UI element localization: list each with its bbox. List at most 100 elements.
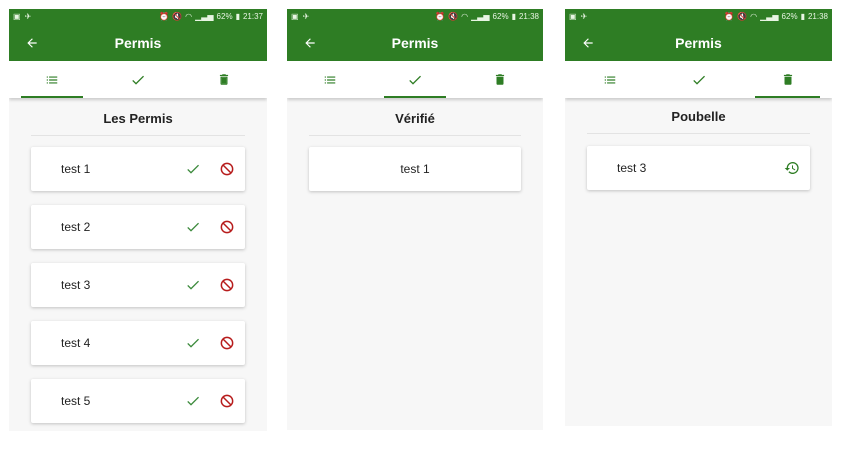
mute-icon: 🔇	[737, 11, 748, 21]
clock: 21:38	[807, 12, 828, 21]
tab-trash[interactable]	[181, 61, 267, 98]
permit-label: test 1	[400, 162, 430, 176]
check-icon	[187, 396, 199, 406]
clock: 21:37	[242, 12, 263, 21]
page-title: Permis	[391, 34, 439, 51]
permit-label: test 3	[61, 278, 91, 292]
verify-button[interactable]	[183, 391, 203, 411]
check-icon	[409, 75, 421, 85]
tab-verified[interactable]	[95, 61, 181, 98]
status-bar: ▣ ✈ ⏰ 🔇 ◠ ▁▃▅ 62% ▮ 21:38	[565, 9, 832, 24]
alarm-icon: ⏰	[435, 11, 446, 21]
permit-label: test 2	[61, 220, 91, 234]
airplane-notification-icon: ✈	[24, 11, 32, 21]
section-title: Poubelle	[587, 105, 810, 134]
signal-icon: ▁▃▅	[471, 11, 490, 21]
verify-button[interactable]	[183, 275, 203, 295]
trash-icon	[783, 74, 792, 85]
ban-icon	[220, 278, 234, 292]
alarm-icon: ⏰	[724, 11, 735, 21]
ban-icon	[220, 220, 234, 234]
app-bar: Permis	[565, 24, 832, 61]
tab-trash[interactable]	[743, 61, 832, 98]
tab-all[interactable]	[565, 61, 654, 98]
tab-bar	[287, 61, 543, 98]
list-icon	[324, 76, 335, 83]
permit-card: test 5	[31, 379, 245, 423]
page-title: Permis	[675, 34, 722, 51]
tab-verified[interactable]	[372, 61, 457, 98]
status-bar: ▣ ✈ ⏰ 🔇 ◠ ▁▃▅ 62% ▮ 21:38	[287, 9, 543, 24]
permit-card: test 3	[31, 263, 245, 307]
trash-icon	[219, 74, 229, 85]
back-button[interactable]	[577, 24, 599, 61]
permit-label: test 4	[61, 336, 91, 350]
check-icon	[187, 222, 199, 232]
check-icon	[187, 338, 199, 348]
battery-icon: ▮	[511, 11, 516, 21]
permit-card: test 2	[31, 205, 245, 249]
mute-icon: 🔇	[172, 11, 183, 21]
reject-button[interactable]	[217, 275, 237, 295]
reject-button[interactable]	[217, 333, 237, 353]
permit-card: test 1	[31, 147, 245, 191]
verify-button[interactable]	[183, 333, 203, 353]
back-button[interactable]	[21, 24, 43, 61]
battery-percent: 62%	[781, 12, 798, 21]
back-arrow-icon	[583, 37, 593, 48]
mute-icon: 🔇	[448, 11, 459, 21]
permit-label: test 1	[61, 162, 91, 176]
gallery-notification-icon: ▣	[569, 11, 577, 21]
wifi-icon: ◠	[750, 11, 758, 21]
back-arrow-icon	[305, 37, 315, 48]
reject-button[interactable]	[217, 159, 237, 179]
tab-verified[interactable]	[654, 61, 743, 98]
ban-icon	[220, 336, 234, 350]
check-icon	[692, 75, 705, 85]
back-button[interactable]	[299, 24, 321, 61]
battery-percent: 62%	[216, 12, 233, 21]
signal-icon: ▁▃▅	[760, 11, 779, 21]
battery-icon: ▮	[800, 11, 805, 21]
status-bar: ▣ ✈ ⏰ 🔇 ◠ ▁▃▅ 62% ▮ 21:37	[9, 9, 267, 24]
airplane-notification-icon: ✈	[580, 11, 588, 21]
screen-trash: ▣ ✈ ⏰ 🔇 ◠ ▁▃▅ 62% ▮ 21:38 Permis Poubelle…	[565, 9, 832, 426]
reject-button[interactable]	[217, 391, 237, 411]
permit-label: test 5	[61, 394, 91, 408]
page-title: Permis	[114, 34, 162, 51]
verify-button[interactable]	[183, 217, 203, 237]
gallery-notification-icon: ▣	[13, 11, 21, 21]
check-icon	[187, 280, 199, 290]
tab-bar	[9, 61, 267, 98]
tab-bar	[565, 61, 832, 98]
check-icon	[132, 75, 144, 85]
app-bar: Permis	[9, 24, 267, 61]
permit-label: test 3	[617, 161, 647, 175]
restore-icon	[784, 162, 799, 174]
verify-button[interactable]	[183, 159, 203, 179]
section-title: Les Permis	[31, 107, 245, 136]
list-icon	[46, 76, 58, 83]
tab-trash[interactable]	[458, 61, 543, 98]
back-arrow-icon	[27, 37, 37, 48]
tab-all[interactable]	[9, 61, 95, 98]
check-icon	[187, 164, 199, 174]
signal-icon: ▁▃▅	[195, 11, 214, 21]
tab-all[interactable]	[287, 61, 372, 98]
airplane-notification-icon: ✈	[302, 11, 310, 21]
ban-icon	[220, 394, 234, 408]
permit-card[interactable]: test 1	[309, 147, 521, 191]
trash-icon	[496, 74, 505, 85]
screen-verified: ▣ ✈ ⏰ 🔇 ◠ ▁▃▅ 62% ▮ 21:38 Permis Vérifié …	[287, 9, 543, 430]
screen-list: ▣ ✈ ⏰ 🔇 ◠ ▁▃▅ 62% ▮ 21:37 Permis Les Perm…	[9, 9, 267, 431]
restore-button[interactable]	[782, 158, 802, 178]
app-bar: Permis	[287, 24, 543, 61]
section-title: Vérifié	[309, 107, 521, 136]
battery-icon: ▮	[235, 11, 240, 21]
permit-card: test 3	[587, 146, 810, 190]
alarm-icon: ⏰	[159, 11, 170, 21]
clock: 21:38	[518, 12, 539, 21]
permit-card: test 4	[31, 321, 245, 365]
reject-button[interactable]	[217, 217, 237, 237]
list-icon	[604, 76, 615, 83]
